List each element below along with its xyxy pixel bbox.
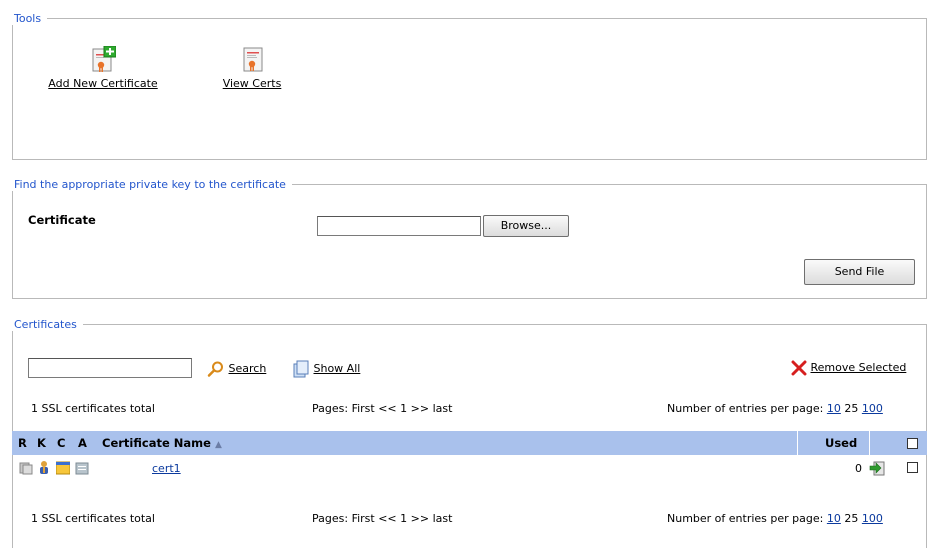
total-count: 1 SSL certificates total bbox=[31, 402, 155, 415]
entries-per-page: Number of entries per page: 10 25 100 bbox=[667, 402, 883, 415]
entries-per-page-label-bottom: Number of entries per page: bbox=[667, 512, 824, 525]
search-input[interactable] bbox=[28, 358, 192, 378]
certificates-legend: Certificates bbox=[14, 318, 77, 331]
show-all-link[interactable]: Show All bbox=[314, 362, 361, 375]
show-all-icon bbox=[293, 360, 309, 378]
used-header-cell: Used bbox=[797, 431, 870, 455]
view-certs-link[interactable]: View Certs bbox=[223, 77, 282, 90]
pager: Pages: First << 1 >> last bbox=[312, 402, 453, 415]
cert-name-link[interactable]: cert1 bbox=[152, 462, 181, 475]
send-file-button[interactable]: Send File bbox=[804, 259, 915, 285]
table-row: cert1 0 bbox=[12, 456, 927, 480]
remove-selected-link[interactable]: Remove Selected bbox=[811, 361, 907, 374]
entries-per-page-bottom: Number of entries per page: 10 25 100 bbox=[667, 512, 883, 525]
entries-option-10-bottom[interactable]: 10 bbox=[827, 512, 841, 525]
sort-asc-icon: ▲ bbox=[214, 440, 222, 450]
row-select-checkbox[interactable] bbox=[907, 462, 918, 473]
col-used-header: Used bbox=[825, 436, 858, 450]
entries-option-25-bottom[interactable]: 25 bbox=[844, 512, 858, 525]
add-certificate-icon bbox=[92, 45, 117, 72]
col-c-header: C bbox=[57, 436, 66, 450]
col-name-header[interactable]: Certificate Name ▲ bbox=[102, 436, 222, 450]
entries-option-100[interactable]: 100 bbox=[862, 402, 883, 415]
browse-button[interactable]: Browse... bbox=[483, 215, 569, 237]
col-a-header: A bbox=[78, 436, 87, 450]
search-button[interactable]: Search bbox=[207, 360, 266, 378]
entries-option-25[interactable]: 25 bbox=[844, 402, 858, 415]
find-key-legend: Find the appropriate private key to the … bbox=[14, 178, 286, 191]
remove-selected-button[interactable]: Remove Selected bbox=[791, 360, 906, 378]
select-all-checkbox[interactable] bbox=[907, 438, 918, 449]
pager-bottom: Pages: First << 1 >> last bbox=[312, 512, 453, 525]
show-all-button[interactable]: Show All bbox=[292, 360, 360, 378]
view-certs-tool[interactable]: View Certs bbox=[210, 46, 294, 90]
tools-legend: Tools bbox=[14, 12, 42, 25]
add-certificate-link[interactable]: Add New Certificate bbox=[48, 77, 157, 90]
total-count-bottom: 1 SSL certificates total bbox=[31, 512, 155, 525]
remove-x-icon bbox=[791, 360, 807, 376]
used-count: 0 bbox=[855, 462, 862, 475]
col-name-label: Certificate Name bbox=[102, 436, 211, 450]
add-certificate-tool[interactable]: Add New Certificate bbox=[36, 45, 170, 90]
table-header: R K C A Certificate Name ▲ Used bbox=[12, 431, 927, 455]
col-r-header: R bbox=[18, 436, 27, 450]
entries-per-page-label: Number of entries per page: bbox=[667, 402, 824, 415]
search-link[interactable]: Search bbox=[229, 362, 267, 375]
revoke-status-icon bbox=[19, 462, 33, 475]
col-k-header: K bbox=[37, 436, 46, 450]
find-key-panel: Find the appropriate private key to the … bbox=[12, 178, 927, 299]
certificate-file-input[interactable] bbox=[317, 216, 481, 236]
entries-option-10[interactable]: 10 bbox=[827, 402, 841, 415]
certificate-label: Certificate bbox=[28, 213, 96, 227]
view-certs-icon bbox=[241, 46, 263, 72]
entries-option-100-bottom[interactable]: 100 bbox=[862, 512, 883, 525]
download-icon[interactable] bbox=[869, 460, 885, 476]
search-icon bbox=[207, 361, 223, 377]
cert-status-icon bbox=[56, 461, 70, 475]
key-status-icon bbox=[40, 461, 48, 474]
authority-status-icon bbox=[75, 462, 89, 475]
